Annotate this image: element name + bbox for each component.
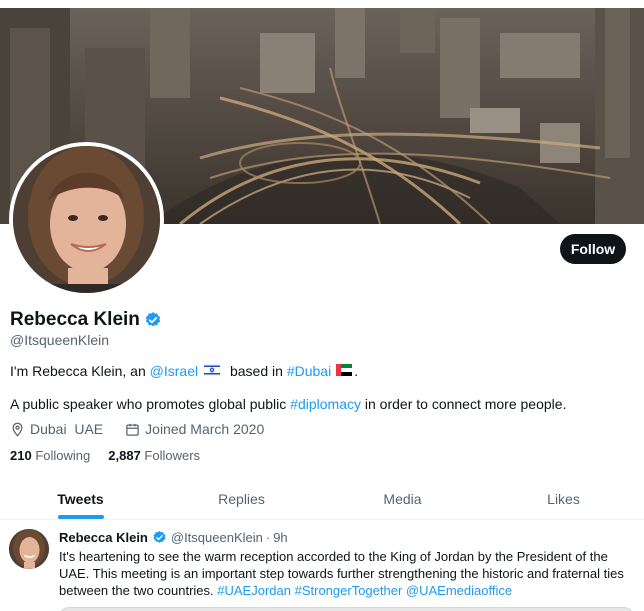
profile-meta: Dubai UAE Joined March 2020 xyxy=(10,421,286,437)
bio-text: . xyxy=(354,363,359,379)
bio-line-1: I'm Rebecca Klein, an @Israel based in #… xyxy=(10,363,358,379)
diplomacy-hashtag-link[interactable]: #diplomacy xyxy=(290,396,361,412)
verified-badge-icon xyxy=(144,311,162,329)
followers-count: 2,887 xyxy=(108,448,141,463)
uae-flag-icon xyxy=(336,363,353,379)
followers-label: Followers xyxy=(144,448,201,463)
tweet-author-handle[interactable]: @ItsqueenKlein xyxy=(171,530,263,545)
tweet-author-name[interactable]: Rebecca Klein xyxy=(59,530,148,545)
tweet-header: Rebecca Klein @ItsqueenKlein · 9h xyxy=(59,530,288,545)
tab-tweets-label: Tweets xyxy=(57,490,104,507)
joined-item: Joined March 2020 xyxy=(125,421,264,437)
bio-text: A public speaker who promotes global pub… xyxy=(10,396,291,412)
tweet-avatar[interactable] xyxy=(9,529,49,569)
tweet-item[interactable]: Rebecca Klein @ItsqueenKlein · 9h It's h… xyxy=(0,521,644,611)
avatar-photo xyxy=(13,146,160,293)
followers-stat[interactable]: 2,887 Followers xyxy=(108,448,200,463)
location-item: Dubai UAE xyxy=(10,421,103,437)
tweet-timestamp[interactable]: 9h xyxy=(273,530,287,545)
bio-line-2: A public speaker who promotes global pub… xyxy=(10,396,566,412)
tab-likes-label: Likes xyxy=(547,490,580,507)
tweet-separator-dot: · xyxy=(265,530,271,545)
profile-tabs: Tweets Replies Media Likes xyxy=(0,478,644,520)
profile-display-name: Rebecca Klein xyxy=(10,309,140,330)
profile-handle: @ItsqueenKlein xyxy=(10,332,110,348)
tab-likes[interactable]: Likes xyxy=(483,478,644,519)
israel-mention-link[interactable]: @Israel xyxy=(150,363,198,379)
hashtag-uaejordan-link[interactable]: #UAEJordan xyxy=(217,583,291,598)
calendar-icon xyxy=(125,422,140,437)
tab-tweets[interactable]: Tweets xyxy=(0,478,161,519)
israel-flag-icon xyxy=(203,363,221,379)
joined-text: Joined March 2020 xyxy=(145,421,265,437)
bio-text: based in xyxy=(226,363,287,379)
following-stat[interactable]: 210 Following xyxy=(10,448,90,463)
tab-media-label: Media xyxy=(383,490,422,507)
profile-stats: 210 Following 2,887 Followers xyxy=(10,448,218,463)
follow-button[interactable]: Follow xyxy=(560,234,626,264)
uaemediaoffice-mention-link[interactable]: @UAEmediaoffice xyxy=(406,583,512,598)
profile-avatar[interactable] xyxy=(9,142,164,297)
tweet-text: It's heartening to see the warm receptio… xyxy=(59,548,634,599)
dubai-hashtag-link[interactable]: #Dubai xyxy=(287,363,331,379)
profile-name-row: Rebecca Klein xyxy=(10,309,162,331)
location-text: Dubai UAE xyxy=(30,421,104,437)
tab-media[interactable]: Media xyxy=(322,478,483,519)
tab-replies[interactable]: Replies xyxy=(161,478,322,519)
tweet-media-preview[interactable] xyxy=(59,607,634,611)
active-tab-indicator xyxy=(57,515,104,519)
location-pin-icon xyxy=(10,422,25,437)
hashtag-strongertogether-link[interactable]: #StrongerTogether xyxy=(295,583,403,598)
following-label: Following xyxy=(35,448,91,463)
verified-badge-icon xyxy=(152,530,167,545)
bio-text: I'm Rebecca Klein, an xyxy=(10,363,150,379)
tab-replies-label: Replies xyxy=(218,490,265,507)
following-count: 210 xyxy=(10,448,32,463)
bio-text: in order to connect more people. xyxy=(361,396,567,412)
